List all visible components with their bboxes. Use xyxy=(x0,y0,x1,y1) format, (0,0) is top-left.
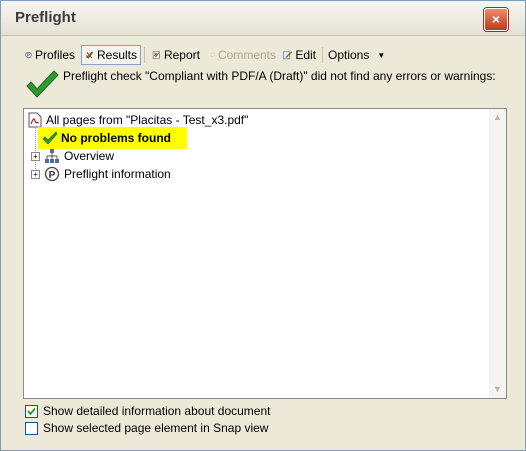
show-detailed-checkbox[interactable] xyxy=(25,404,38,418)
preflight-dialog: Preflight × P Profiles Results Report Co… xyxy=(0,0,526,451)
overview-icon xyxy=(45,149,59,163)
edit-button[interactable]: Edit xyxy=(278,45,320,65)
report-button[interactable]: Report xyxy=(148,45,204,65)
expand-icon[interactable]: + xyxy=(31,170,40,179)
report-icon xyxy=(152,51,160,59)
vertical-scrollbar[interactable]: ▲ ▼ xyxy=(489,109,506,398)
result-message-row: Preflight check "Compliant with PDF/A (D… xyxy=(21,67,511,105)
report-label: Report xyxy=(163,48,200,62)
pdf-document-icon xyxy=(28,112,42,128)
profiles-label: Profiles xyxy=(34,48,75,62)
tree-item-overview[interactable]: Overview xyxy=(44,147,114,165)
tree-item-result[interactable]: No problems found xyxy=(38,127,187,149)
result-message: Preflight check "Compliant with PDF/A (D… xyxy=(63,69,496,83)
tree-item-preflight-information-label: Preflight information xyxy=(64,167,171,181)
tree-item-preflight-information[interactable]: P Preflight information xyxy=(44,165,171,183)
toolbar-separator xyxy=(322,47,323,63)
preflight-icon: P xyxy=(44,166,60,182)
scroll-up-button[interactable]: ▲ xyxy=(489,109,506,126)
scroll-down-button[interactable]: ▼ xyxy=(489,381,506,398)
results-tree[interactable]: All pages from "Placitas - Test_x3.pdf" … xyxy=(23,108,507,399)
expand-icon[interactable]: + xyxy=(31,152,40,161)
show-snap-option[interactable]: Show selected page element in Snap view xyxy=(25,421,268,435)
check-icon xyxy=(42,131,58,145)
show-detailed-label: Show detailed information about document xyxy=(43,404,271,418)
show-detailed-option[interactable]: Show detailed information about document xyxy=(25,404,270,418)
close-button[interactable]: × xyxy=(484,8,508,31)
comments-icon xyxy=(210,53,215,58)
comments-button[interactable]: Comments xyxy=(206,45,280,65)
checkmark-icon xyxy=(27,407,36,415)
tree-line xyxy=(35,127,37,175)
toolbar-separator xyxy=(144,47,145,63)
show-snap-label: Show selected page element in Snap view xyxy=(43,421,269,435)
tree-item-result-label: No problems found xyxy=(61,131,171,145)
results-tab[interactable]: Results xyxy=(81,45,141,65)
results-icon xyxy=(85,51,94,59)
title-bar: Preflight × xyxy=(1,1,525,36)
tree-item-root-label: All pages from "Placitas - Test_x3.pdf" xyxy=(46,113,249,127)
svg-text:P: P xyxy=(49,170,56,181)
dialog-title: Preflight xyxy=(15,9,76,26)
edit-label: Edit xyxy=(295,48,316,62)
tree-item-overview-label: Overview xyxy=(64,149,115,163)
svg-text:P: P xyxy=(27,53,30,58)
results-label: Results xyxy=(96,48,137,62)
edit-icon xyxy=(282,51,293,60)
show-snap-checkbox[interactable] xyxy=(25,421,38,435)
profiles-icon: P xyxy=(25,51,32,59)
options-label: Options xyxy=(328,48,370,62)
dropdown-arrow-icon: ▼ xyxy=(377,50,386,60)
large-check-icon xyxy=(26,70,59,98)
comments-label: Comments xyxy=(217,48,276,62)
options-menu-button[interactable]: Options ▼ xyxy=(324,45,385,65)
profiles-tab[interactable]: P Profiles xyxy=(21,45,79,65)
